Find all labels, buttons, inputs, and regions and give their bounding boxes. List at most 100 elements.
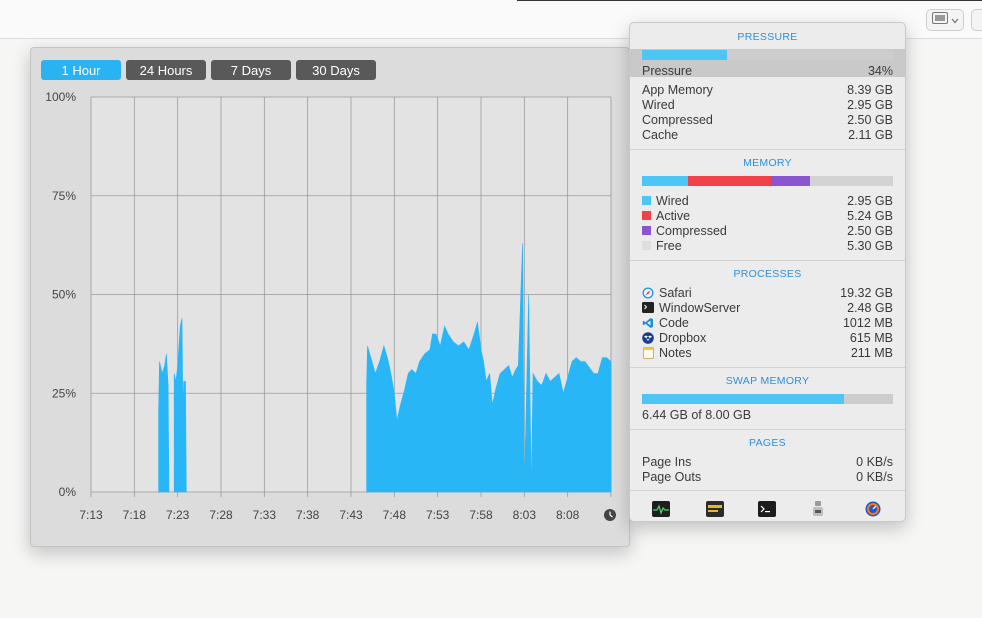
divider — [630, 367, 905, 368]
process-memory: 615 MB — [849, 330, 893, 345]
x-tick-label: 8:08 — [556, 508, 580, 522]
y-tick-label: 75% — [52, 189, 76, 203]
media-button[interactable] — [926, 9, 964, 31]
free-swatch — [642, 241, 651, 250]
wired-swatch — [642, 196, 651, 205]
pressure-row: Pressure 34% — [642, 63, 893, 78]
process-row-windowserver[interactable]: WindowServer 2.48 GB — [642, 300, 893, 315]
memory-history-chart: 100% 75% 50% 25% 0%7:13 7:18 7:23 7:28 7:33 7:38 7… — [45, 90, 616, 522]
memory-breakdown-bar — [642, 176, 893, 186]
system-info-icon[interactable] — [809, 501, 827, 517]
swap-usage-row: 6.44 GB of 8.00 GB — [642, 407, 893, 422]
row-value: 5.24 GB — [847, 208, 893, 223]
row-value: 2.11 GB — [848, 127, 893, 142]
process-name: Notes — [659, 345, 692, 360]
memory-segment-free — [809, 176, 893, 186]
clock-icon — [604, 509, 616, 521]
x-tick-label: 7:18 — [123, 508, 147, 522]
compressed-swatch — [642, 226, 651, 235]
pages-title: PAGES — [749, 437, 786, 449]
pressure-value: 34% — [867, 63, 893, 78]
memory-menu-panel: PRESSURE Pressure 34% App Memory 8.39 GB… — [629, 22, 906, 522]
row-label: Wired — [656, 193, 689, 208]
process-row-dropbox[interactable]: Dropbox 615 MB — [642, 330, 893, 345]
x-tick-label: 7:23 — [166, 508, 190, 522]
process-name: WindowServer — [659, 300, 741, 315]
process-memory: 211 MB — [850, 345, 893, 360]
process-memory: 2.48 GB — [847, 300, 893, 315]
x-tick-label: 8:03 — [513, 508, 537, 522]
x-tick-label: 7:28 — [209, 508, 233, 522]
console-icon[interactable] — [706, 501, 724, 517]
row-value: 2.50 GB — [847, 112, 893, 127]
row-label: Free — [656, 238, 682, 253]
pressure-bar — [642, 50, 893, 60]
y-tick-label: 50% — [52, 288, 76, 302]
row-label: Active — [656, 208, 691, 223]
divider — [630, 260, 905, 261]
vscode-icon — [642, 317, 654, 329]
swap-usage-text: 6.44 GB of 8.00 GB — [642, 407, 752, 422]
process-name: Code — [659, 315, 689, 330]
memory-segment-compressed — [770, 176, 810, 186]
process-name: Safari — [659, 285, 692, 300]
active-swatch — [642, 211, 651, 220]
window-edge — [517, 0, 982, 1]
process-row-safari[interactable]: Safari 19.32 GB — [642, 285, 893, 300]
notes-icon — [642, 346, 654, 359]
y-tick-label: 25% — [52, 386, 76, 400]
toolbar-button-partial[interactable] — [971, 9, 982, 31]
memory-history-popover: 1 Hour 24 Hours 7 Days 30 Days 100% 75% 50… — [30, 47, 630, 547]
row-label: Cache — [642, 127, 679, 142]
safari-icon — [642, 287, 654, 299]
row-value: 2.95 GB — [847, 193, 893, 208]
x-tick-label: 7:13 — [79, 508, 103, 522]
y-tick-label: 0% — [59, 485, 77, 499]
memory-usage-area — [158, 353, 170, 493]
pressure-title: PRESSURE — [737, 31, 798, 43]
row-value: 5.30 GB — [847, 238, 893, 253]
row-value: 2.95 GB — [847, 97, 893, 112]
row-value: 8.39 GB — [847, 82, 893, 97]
processes-title: PROCESSES — [733, 268, 802, 280]
memory-segment-active — [688, 176, 771, 186]
x-tick-label: 7:58 — [469, 508, 493, 522]
pressure-label: Pressure — [642, 63, 693, 78]
page-outs-row: Page Outs 0 KB/s — [642, 469, 893, 484]
page-ins-row: Page Ins 0 KB/s — [642, 454, 893, 469]
memory-title: MEMORY — [743, 157, 792, 169]
x-tick-label: 7:43 — [339, 508, 363, 522]
divider — [630, 490, 905, 491]
terminal-icon — [642, 302, 654, 314]
divider — [630, 429, 905, 430]
swap-bar-fill — [642, 394, 845, 404]
terminal-app-icon[interactable] — [758, 501, 776, 517]
process-name: Dropbox — [659, 330, 707, 345]
cache-row: Cache 2.11 GB — [642, 127, 893, 142]
memory-active-row: Active 5.24 GB — [642, 208, 893, 223]
x-tick-label: 7:38 — [296, 508, 320, 522]
process-row-code[interactable]: Code 1012 MB — [642, 315, 893, 330]
row-label: Page Ins — [642, 454, 692, 469]
compressed-row: Compressed 2.50 GB — [642, 112, 893, 127]
row-label: App Memory — [642, 82, 713, 97]
process-memory: 19.32 GB — [840, 285, 893, 300]
activity-monitor-icon[interactable] — [652, 501, 670, 517]
wired-row: Wired 2.95 GB — [642, 97, 893, 112]
row-label: Compressed — [656, 223, 727, 238]
row-label: Compressed — [642, 112, 713, 127]
process-row-notes[interactable]: Notes 211 MB — [642, 345, 893, 360]
x-tick-label: 7:48 — [383, 508, 407, 522]
memory-wired-row: Wired 2.95 GB — [642, 193, 893, 208]
pressure-bar-fill — [642, 50, 728, 60]
memory-compressed-row: Compressed 2.50 GB — [642, 223, 893, 238]
row-label: Page Outs — [642, 469, 702, 484]
memory-segment-wired — [642, 176, 689, 186]
row-value: 2.50 GB — [847, 223, 893, 238]
istat-menus-icon[interactable] — [864, 501, 882, 517]
row-value: 0 KB/s — [856, 469, 893, 484]
photo-icon — [931, 11, 948, 29]
chevron-down-icon — [951, 11, 959, 29]
x-tick-label: 7:53 — [426, 508, 450, 522]
swap-title: SWAP MEMORY — [725, 375, 810, 387]
